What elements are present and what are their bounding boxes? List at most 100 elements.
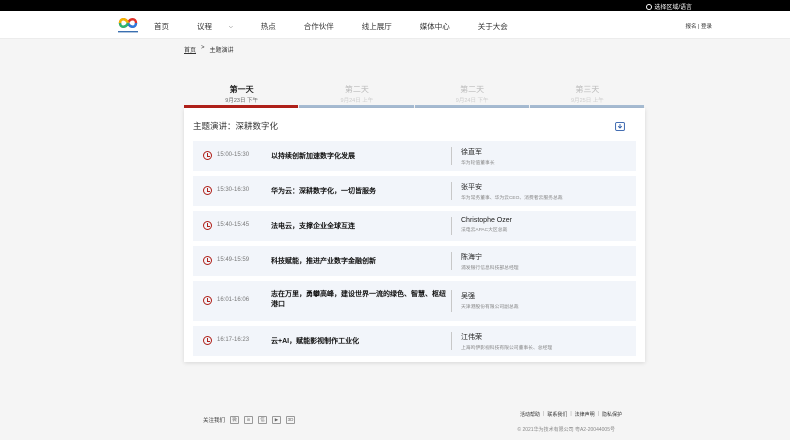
speaker-role: 天津港股份有限公司副总裁	[461, 305, 519, 310]
day-tab-4[interactable]: 第三天 9月25日 上午	[529, 84, 645, 108]
nav-item-label: 议程	[197, 22, 212, 31]
speaker-name: 吴强	[461, 293, 475, 300]
session-row[interactable]: 16:01-16:06 志在万里，勇攀高峰，建设世界一流的绿色、智慧、枢纽港口 吴强…	[193, 281, 636, 321]
day-tab-date: 9月25日 上午	[571, 98, 604, 104]
speaker-role: 华为轮值董事长	[461, 161, 495, 166]
speaker-name: 江伟荣	[461, 334, 482, 341]
video-icon[interactable]: ▶	[272, 416, 282, 424]
day-tab-date: 9月24日 上午	[340, 98, 374, 104]
day-tabs: 第一天 9月23日 下午 第二天 9月24日 上午 第二天 9月24日 下午 第三天 9月25…	[184, 84, 645, 108]
session-time: 15:00-15:30	[217, 152, 250, 158]
day-tab-2[interactable]: 第二天 9月24日 上午	[299, 84, 414, 108]
clock-icon	[203, 221, 212, 230]
auth-links: 报名 | 登录	[685, 22, 712, 30]
session-row[interactable]: 16:17-16:23 云+AI，赋能影视制作工业化 江伟荣上海鸣伊影视科技有限公司…	[193, 326, 636, 356]
breadcrumb-home[interactable]: 首页	[184, 45, 196, 54]
login-link[interactable]: 登录	[701, 24, 712, 30]
speaker-name: 徐直军	[461, 149, 482, 156]
region-language-selector[interactable]: 选择区域/语言	[646, 2, 692, 11]
region-language-label: 选择区域/语言	[654, 5, 692, 11]
speaker-info: 徐直军华为轮值董事长	[461, 147, 633, 166]
session-row[interactable]: 15:40-15:45 法电云，支撑企业全球互连 Christophe Ozer 法电…	[193, 211, 636, 241]
session-time: 15:49-15:59	[217, 257, 250, 263]
clock-icon	[203, 186, 212, 195]
breadcrumb: 首页 > 主题演讲	[184, 45, 234, 54]
session-row[interactable]: 15:49-15:59 科技赋能，推进产业数字金融创新 陈海宁 浦发银行信息科技部总经…	[193, 246, 636, 276]
breadcrumb-current: 主题演讲	[209, 48, 234, 54]
footer-link-3[interactable]: 隐私保护	[602, 411, 622, 418]
follow-us-label: 关注我们	[203, 418, 226, 424]
day-tab-3[interactable]: 第二天 9月24日 下午	[414, 84, 530, 108]
register-link[interactable]: 报名	[685, 24, 696, 30]
globe-icon	[646, 3, 653, 10]
breadcrumb-separator: >	[201, 45, 205, 51]
main-nav: 首页 议程 ⌵ 热点 合作伙伴 线上展厅 媒体中心 关于大会	[154, 21, 536, 32]
session-title: 华为云：深耕数字化，一切皆服务	[271, 188, 376, 195]
speaker-role: 上海鸣伊影视科技有限公司董事长、总经理	[461, 346, 553, 351]
nav-item-3[interactable]: 合作伙伴	[304, 21, 348, 32]
nav-item-5[interactable]: 媒体中心	[420, 21, 464, 32]
speaker-name: 陈海宁	[461, 254, 482, 261]
nav-item-4[interactable]: 线上展厅	[362, 21, 406, 32]
footer-link-1[interactable]: 联系我们	[547, 411, 567, 418]
3d-icon[interactable]: 3D	[286, 416, 296, 424]
wechat-icon[interactable]: 信	[258, 416, 268, 424]
card-title: 主题演讲：深耕数字化	[193, 121, 279, 131]
speaker-info: 吴强天津港股份有限公司副总裁	[461, 291, 633, 310]
speaker-role: 法电云APAC大区总裁	[461, 228, 508, 233]
session-divider	[451, 182, 452, 200]
day-tab-name: 第二天	[344, 85, 369, 94]
nav-item-1[interactable]: 议程 ⌵	[197, 21, 247, 32]
chevron-down-icon: ⌵	[229, 23, 233, 30]
session-title: 以持续创新加速数字化发展	[271, 153, 355, 160]
session-divider	[451, 252, 452, 270]
session-row[interactable]: 15:00-15:30 以持续创新加速数字化发展 徐直军华为轮值董事长	[193, 141, 636, 171]
keynote-card: 主题演讲：深耕数字化 15:00-15:30 以持续创新加速数字化发展 徐直军华为轮…	[184, 108, 645, 362]
session-time: 16:17-16:23	[217, 337, 250, 343]
day-tab-name: 第三天	[575, 85, 600, 94]
session-time: 15:30-16:30	[217, 187, 250, 193]
speaker-info: Christophe Ozer 法电云APAC大区总裁	[461, 217, 633, 233]
day-tab-date: 9月24日 下午	[455, 98, 489, 104]
copyright: © 2021华为技术有限公司 粤A2-20044005号	[517, 427, 615, 433]
speaker-role: 华为常务董事、华为云CEO、消费者云服务总裁	[461, 196, 563, 201]
nav-item-label: 关于大会	[477, 22, 508, 31]
nav-item-label: 首页	[154, 22, 169, 31]
download-icon[interactable]	[615, 121, 625, 131]
nav-item-0[interactable]: 首页	[154, 21, 183, 32]
weibo-icon[interactable]: 微	[230, 416, 240, 424]
session-time: 15:40-15:45	[217, 222, 250, 228]
speaker-name: Christophe Ozer	[461, 217, 512, 224]
site-header: 首页 议程 ⌵ 热点 合作伙伴 线上展厅 媒体中心 关于大会 报名 | 登录	[0, 11, 790, 39]
speaker-name: 张平安	[461, 184, 482, 191]
footer-link-2[interactable]: 法律声明	[575, 411, 595, 418]
session-row[interactable]: 15:30-16:30 华为云：深耕数字化，一切皆服务 张平安华为常务董事、华为云C…	[193, 176, 636, 206]
linkedin-icon[interactable]: in	[244, 416, 254, 424]
session-divider	[451, 290, 452, 312]
footer-link-separator: |	[570, 411, 572, 417]
clock-icon	[203, 336, 212, 345]
top-utility-bar: 选择区域/语言	[0, 0, 790, 11]
nav-item-label: 媒体中心	[419, 22, 450, 31]
nav-item-2[interactable]: 热点	[261, 21, 290, 32]
day-tab-1[interactable]: 第一天 9月23日 下午	[184, 84, 299, 108]
session-title: 云+AI，赋能影视制作工业化	[271, 338, 360, 345]
session-divider	[451, 217, 452, 235]
session-divider	[451, 332, 452, 350]
clock-icon	[203, 151, 212, 160]
session-title: 志在万里，勇攀高峰，建设世界一流的绿色、智慧、枢纽港口	[271, 291, 446, 308]
nav-item-6[interactable]: 关于大会	[478, 21, 522, 32]
auth-separator: |	[698, 24, 700, 30]
nav-item-label: 合作伙伴	[303, 22, 334, 31]
day-tab-name: 第二天	[460, 85, 485, 94]
speaker-info: 张平安华为常务董事、华为云CEO、消费者云服务总裁	[461, 182, 633, 201]
footer-link-0[interactable]: 活动帮助	[520, 411, 540, 418]
footer-link-separator: |	[543, 411, 545, 417]
speaker-role: 浦发银行信息科技部总经理	[461, 266, 519, 271]
session-list: 15:00-15:30 以持续创新加速数字化发展 徐直军华为轮值董事长 15:30-1…	[193, 141, 636, 361]
nav-item-label: 线上展厅	[361, 22, 392, 31]
follow-us: 关注我们 微 in 信 ▶ 3D	[203, 416, 296, 424]
speaker-info: 江伟荣上海鸣伊影视科技有限公司董事长、总经理	[461, 332, 633, 351]
footer-link-separator: |	[597, 411, 599, 417]
event-logo[interactable]	[116, 14, 140, 36]
